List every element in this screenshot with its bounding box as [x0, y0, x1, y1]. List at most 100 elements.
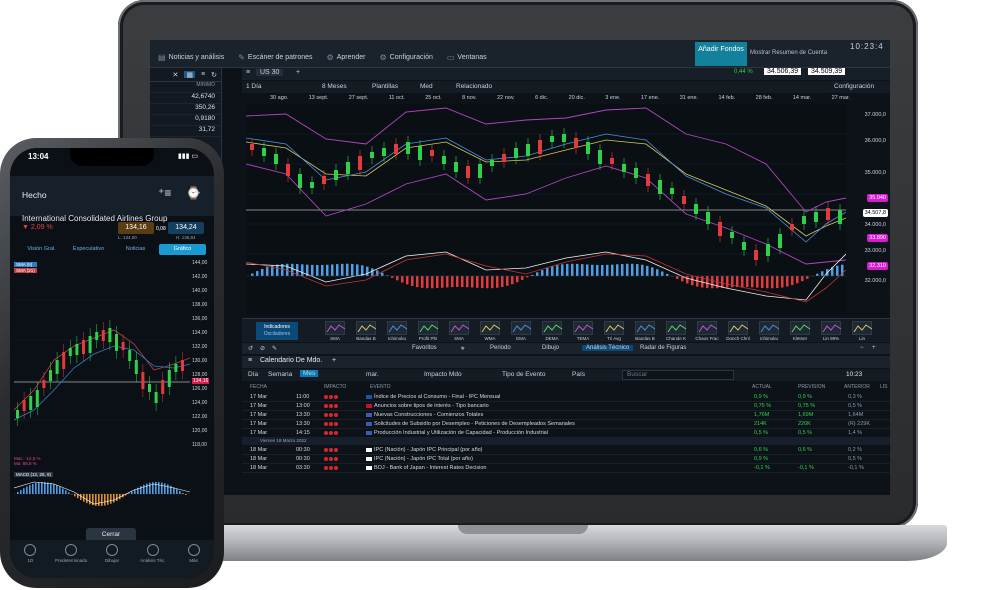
macd-bar	[756, 276, 759, 288]
indicator-8[interactable]: TEMA	[570, 321, 596, 341]
alert-icon[interactable]: ⌚	[186, 186, 201, 200]
undo-icon[interactable]: ↺	[248, 345, 253, 352]
macd-bar	[311, 264, 314, 276]
impact-filter[interactable]: Impacto Mdo	[424, 371, 462, 378]
candlestick-chart[interactable]	[246, 104, 846, 314]
tab-pattern-radar[interactable]: Radar de Figuras	[640, 345, 686, 351]
indicator-17[interactable]: Lin	[849, 321, 875, 341]
tab-favorites[interactable]: Favoritos	[412, 345, 437, 351]
clock-icon	[24, 544, 37, 556]
list-item[interactable]: 31,72	[150, 126, 221, 137]
month-selector[interactable]: mar.	[366, 371, 379, 378]
add-funds-button[interactable]: Añadir Fondos	[695, 42, 747, 66]
indicator-11[interactable]: Chande K	[663, 321, 689, 341]
menu-learn[interactable]: ⚙ Aprender	[327, 53, 366, 62]
list-item[interactable]: 0,9180	[150, 115, 221, 126]
list-item[interactable]: 42,6740	[150, 93, 221, 104]
table-row[interactable]: 18 Mar 00:30 IPC (Nación) - Japón IPC Prin…	[242, 446, 890, 455]
macd-bar	[336, 264, 339, 276]
event-type-filter[interactable]: Tipo de Evento	[502, 371, 545, 378]
block-icon[interactable]: ⊘	[260, 345, 265, 352]
zoom-in-icon[interactable]: +	[872, 345, 876, 351]
candle-body	[646, 174, 650, 186]
indicator-12[interactable]: Chaos Frac	[694, 321, 720, 341]
tab-overview[interactable]: Visión Gral.	[18, 244, 65, 255]
candle-body	[134, 360, 138, 374]
bid-price[interactable]: 34.506,39	[764, 68, 802, 75]
filter-week[interactable]: Semana	[268, 371, 292, 378]
menu-news[interactable]: ▤ Noticias y análisis	[158, 53, 224, 62]
sell-price-button[interactable]: 134,16	[118, 222, 154, 234]
templates-button[interactable]: Plantillas	[372, 83, 398, 90]
star-icon[interactable]: ★	[460, 345, 465, 352]
tab-default[interactable]: Predeterminado	[53, 544, 89, 578]
filter-day[interactable]: Día	[248, 371, 258, 378]
ask-price[interactable]: 34.509,39	[808, 68, 846, 75]
macd-bar	[626, 263, 629, 276]
menu-windows[interactable]: ▭ Ventanas	[447, 53, 487, 62]
table-row[interactable]: 18 Mar 03:30 BOJ - Bank of Japan - Interes…	[242, 464, 890, 473]
tab-drawing[interactable]: Dibujo	[542, 345, 559, 351]
tab-more[interactable]: Más	[176, 544, 212, 578]
mobile-candlestick-chart[interactable]	[14, 260, 190, 456]
indicator-3[interactable]: Profit Pltr	[415, 321, 441, 341]
close-icon[interactable]: ✕	[173, 71, 179, 79]
draw-icon[interactable]: ✎	[272, 345, 277, 352]
done-button[interactable]: Hecho	[22, 190, 47, 200]
tab-technical-analysis[interactable]: Análisis Técnico	[582, 345, 634, 351]
indicator-14[interactable]: Ichimoku	[756, 321, 782, 341]
indicator-4[interactable]: SMA	[446, 321, 472, 341]
zoom-out-icon[interactable]: −	[860, 345, 864, 351]
account-summary-button[interactable]: Mostrar Resumen de Cuenta	[750, 50, 827, 56]
indicator-thumbnail-icon	[387, 321, 408, 335]
indicator-15[interactable]: Kletner	[787, 321, 813, 341]
search-input[interactable]: Buscar	[622, 370, 734, 380]
table-row[interactable]: 17 Mar 14:15 Producción Industrial y Utili…	[242, 429, 890, 438]
chart-settings-button[interactable]: Configuración	[834, 83, 874, 90]
list-view-icon[interactable]: ≡	[201, 71, 205, 78]
tab-period[interactable]: Periodo	[490, 345, 511, 351]
add-tab-icon[interactable]: +	[296, 69, 300, 76]
table-row[interactable]: 17 Mar 13:30 Nuevas Construcciones - Comie…	[242, 411, 890, 420]
indicator-10[interactable]: Bandas B	[632, 321, 658, 341]
table-row[interactable]: 18 Mar 00:30 IPC (Nación) - Japón IPC Tota…	[242, 455, 890, 464]
tab-chart[interactable]: Gráfico	[159, 244, 206, 255]
menu-settings[interactable]: ⚙ Configuración	[379, 53, 432, 62]
tab-technical[interactable]: Análisis Téc.	[135, 544, 171, 578]
refresh-icon[interactable]: ↻	[211, 71, 217, 79]
indicator-13[interactable]: Donch Chnl	[725, 321, 751, 341]
indicator-7[interactable]: DEMA	[539, 321, 565, 341]
grid-view-icon[interactable]: ▦	[184, 71, 196, 79]
candle-body	[128, 350, 132, 361]
menu-pattern-scanner[interactable]: ✎ Escáner de patrones	[238, 53, 312, 62]
indicator-2[interactable]: Ichimoku	[384, 321, 410, 341]
menu-icon[interactable]: ≡	[248, 357, 252, 364]
tab-draw[interactable]: Dibujar	[94, 544, 130, 578]
tab-instrument[interactable]: US 30	[256, 69, 284, 76]
candle-body	[101, 330, 105, 341]
tab-news[interactable]: Noticias	[112, 244, 159, 255]
list-item[interactable]: 350,26	[150, 104, 221, 115]
indicator-0[interactable]: SMA	[322, 321, 348, 341]
add-indicator-icon[interactable]: ⁺≡	[158, 186, 171, 200]
country-filter[interactable]: País	[572, 371, 585, 378]
related-button[interactable]: Relacionado	[456, 83, 492, 90]
menu-icon[interactable]: ≡	[246, 69, 250, 76]
filter-month[interactable]: Mes	[300, 370, 319, 377]
table-row[interactable]: 17 Mar 13:00 Anuncios sobre tipos de inter…	[242, 402, 890, 411]
med-button[interactable]: Med	[420, 83, 433, 90]
table-row[interactable]: 17 Mar 11:00 Índice de Precios al Consumo …	[242, 393, 890, 402]
indicator-1[interactable]: Bandas B	[353, 321, 379, 341]
indicator-6[interactable]: EMA	[508, 321, 534, 341]
indicators-tab[interactable]: Indicadores Osciladores	[256, 322, 298, 340]
tab-timeframe[interactable]: 1D	[12, 544, 48, 578]
indicator-9[interactable]: Tri Avg	[601, 321, 627, 341]
indicator-16[interactable]: Lin 99%	[818, 321, 844, 341]
add-tab-icon[interactable]: +	[332, 357, 336, 364]
range-button[interactable]: 8 Meses	[322, 83, 347, 90]
tab-speculative[interactable]: Especulativo	[65, 244, 112, 255]
buy-price-button[interactable]: 134,24	[168, 222, 204, 234]
indicator-5[interactable]: WMA	[477, 321, 503, 341]
table-row[interactable]: 17 Mar 13:30 Solicitudes de Subsidio por D…	[242, 420, 890, 429]
timeframe-button[interactable]: 1 Día	[246, 83, 262, 90]
